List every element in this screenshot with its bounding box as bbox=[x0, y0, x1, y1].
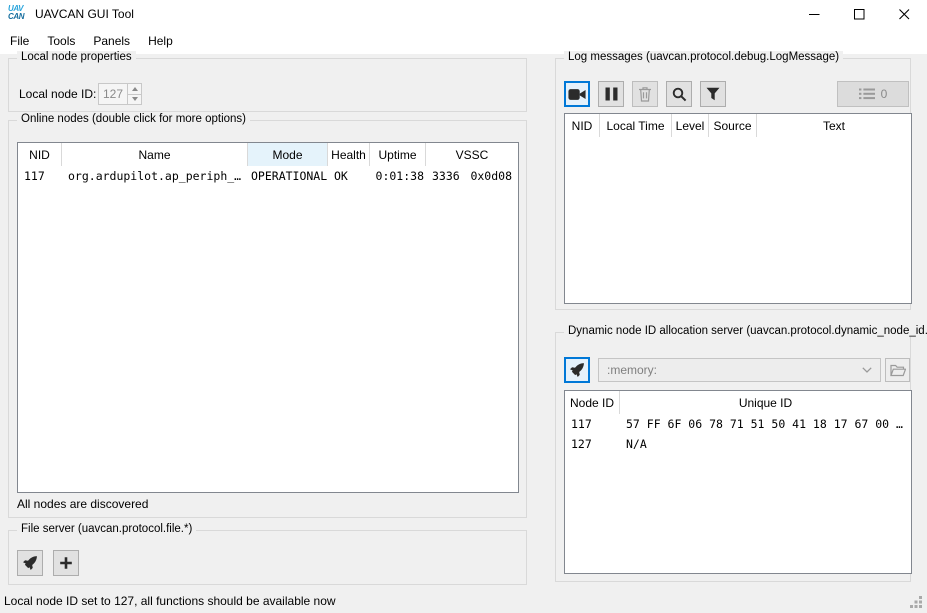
vssc-hex: 0x0d08 bbox=[470, 169, 512, 183]
online-nodes-header: NID Name Mode Health Uptime VSSC bbox=[18, 143, 518, 166]
log-messages-group: Log messages (uavcan.protocol.debug.LogM… bbox=[555, 58, 911, 310]
cell-vssc: 3336 0x0d08 bbox=[426, 169, 518, 183]
online-nodes-table[interactable]: NID Name Mode Health Uptime VSSC 117 org… bbox=[17, 142, 519, 493]
col-node-id[interactable]: Node ID bbox=[565, 391, 620, 414]
log-filter-button[interactable] bbox=[700, 81, 726, 107]
rocket-icon bbox=[569, 362, 585, 378]
down-arrow-icon bbox=[132, 97, 138, 101]
col-log-nid[interactable]: NID bbox=[565, 114, 600, 137]
menu-help[interactable]: Help bbox=[139, 28, 182, 54]
cell-uptime: 0:01:38 bbox=[370, 169, 426, 183]
maximize-icon bbox=[854, 9, 865, 20]
col-unique-id[interactable]: Unique ID bbox=[620, 391, 911, 414]
up-arrow-icon bbox=[132, 87, 138, 91]
close-button[interactable] bbox=[882, 0, 927, 28]
chevron-down-icon bbox=[862, 367, 872, 373]
log-messages-title: Log messages (uavcan.protocol.debug.LogM… bbox=[564, 51, 843, 63]
log-table-header: NID Local Time Level Source Text bbox=[565, 114, 911, 137]
list-icon bbox=[859, 88, 875, 100]
cell-unique-id: 57 FF 6F 06 78 71 51 50 41 18 17 67 00 … bbox=[620, 417, 911, 431]
cell-health: OK bbox=[328, 169, 370, 183]
vssc-decimal: 3336 bbox=[432, 169, 460, 183]
online-node-row[interactable]: 117 org.ardupilot.ap_periph_… OPERATIONA… bbox=[18, 166, 518, 186]
spinner-buttons bbox=[127, 84, 141, 104]
window-title: UAVCAN GUI Tool bbox=[35, 7, 134, 21]
local-node-properties-group: Local node properties Local node ID: 127 bbox=[8, 58, 527, 112]
app-window: UAV CAN UAVCAN GUI Tool File Tools Panel… bbox=[0, 0, 927, 613]
window-controls bbox=[792, 0, 927, 28]
alloc-browse-button bbox=[885, 358, 910, 382]
pause-icon bbox=[605, 87, 618, 101]
cell-node-id: 117 bbox=[565, 417, 620, 431]
log-messages-table[interactable]: NID Local Time Level Source Text bbox=[564, 113, 912, 304]
log-search-button[interactable] bbox=[666, 81, 692, 107]
col-source[interactable]: Source bbox=[709, 114, 757, 137]
maximize-button[interactable] bbox=[837, 0, 882, 28]
log-pause-button[interactable] bbox=[598, 81, 624, 107]
cell-unique-id: N/A bbox=[620, 437, 911, 451]
rocket-icon bbox=[22, 555, 38, 571]
title-bar: UAV CAN UAVCAN GUI Tool bbox=[0, 0, 927, 28]
plus-icon bbox=[59, 556, 73, 570]
col-mode[interactable]: Mode bbox=[248, 143, 328, 166]
local-node-id-label: Local node ID: bbox=[19, 87, 96, 101]
alloc-database-combobox: :memory: bbox=[598, 358, 881, 382]
col-vssc[interactable]: VSSC bbox=[426, 143, 518, 166]
minimize-icon bbox=[809, 9, 820, 20]
dynamic-alloc-group: Dynamic node ID allocation server (uavca… bbox=[555, 332, 911, 582]
cell-name: org.ardupilot.ap_periph_… bbox=[62, 169, 248, 183]
log-clear-button bbox=[632, 81, 658, 107]
file-server-title: File server (uavcan.protocol.file.*) bbox=[17, 523, 196, 535]
search-icon bbox=[672, 87, 687, 102]
file-server-group: File server (uavcan.protocol.file.*) bbox=[8, 530, 527, 585]
uavcan-logo-icon: UAV CAN bbox=[8, 5, 24, 21]
local-node-properties-title: Local node properties bbox=[17, 51, 136, 63]
cell-node-id: 127 bbox=[565, 437, 620, 451]
discovery-status-text: All nodes are discovered bbox=[17, 497, 148, 511]
folder-open-icon bbox=[890, 364, 906, 377]
local-node-id-value: 127 bbox=[99, 84, 127, 104]
log-record-button[interactable] bbox=[564, 81, 590, 107]
alloc-row[interactable]: 127 N/A bbox=[565, 434, 911, 454]
cell-mode: OPERATIONAL bbox=[248, 169, 328, 183]
close-icon bbox=[899, 9, 910, 20]
status-bar: Local node ID set to 127, all functions … bbox=[0, 590, 927, 613]
col-local-time[interactable]: Local Time bbox=[600, 114, 672, 137]
file-server-start-button[interactable] bbox=[17, 550, 43, 576]
col-uptime[interactable]: Uptime bbox=[370, 143, 426, 166]
col-name[interactable]: Name bbox=[62, 143, 248, 166]
local-node-id-spinner: 127 bbox=[98, 83, 142, 105]
log-match-count-button: 0 bbox=[837, 81, 909, 107]
spinner-down-button bbox=[128, 95, 141, 105]
alloc-row[interactable]: 117 57 FF 6F 06 78 71 51 50 41 18 17 67 … bbox=[565, 414, 911, 434]
trash-icon bbox=[638, 86, 652, 102]
dynamic-alloc-title: Dynamic node ID allocation server (uavca… bbox=[564, 325, 927, 337]
alloc-server-start-button[interactable] bbox=[564, 357, 590, 383]
log-match-count: 0 bbox=[881, 87, 888, 101]
add-file-path-button[interactable] bbox=[53, 550, 79, 576]
alloc-table[interactable]: Node ID Unique ID 117 57 FF 6F 06 78 71 … bbox=[564, 390, 912, 574]
col-text[interactable]: Text bbox=[757, 114, 911, 137]
col-level[interactable]: Level bbox=[672, 114, 709, 137]
col-nid[interactable]: NID bbox=[18, 143, 62, 166]
online-nodes-title: Online nodes (double click for more opti… bbox=[17, 113, 250, 125]
filter-icon bbox=[706, 87, 720, 101]
alloc-database-value: :memory: bbox=[607, 363, 657, 377]
alloc-table-header: Node ID Unique ID bbox=[565, 391, 911, 414]
resize-grip[interactable] bbox=[910, 596, 922, 608]
cell-nid: 117 bbox=[18, 169, 62, 183]
minimize-button[interactable] bbox=[792, 0, 837, 28]
status-message: Local node ID set to 127, all functions … bbox=[4, 594, 336, 608]
online-nodes-group: Online nodes (double click for more opti… bbox=[8, 120, 527, 518]
video-camera-icon bbox=[568, 88, 586, 101]
col-health[interactable]: Health bbox=[328, 143, 370, 166]
spinner-up-button bbox=[128, 84, 141, 95]
